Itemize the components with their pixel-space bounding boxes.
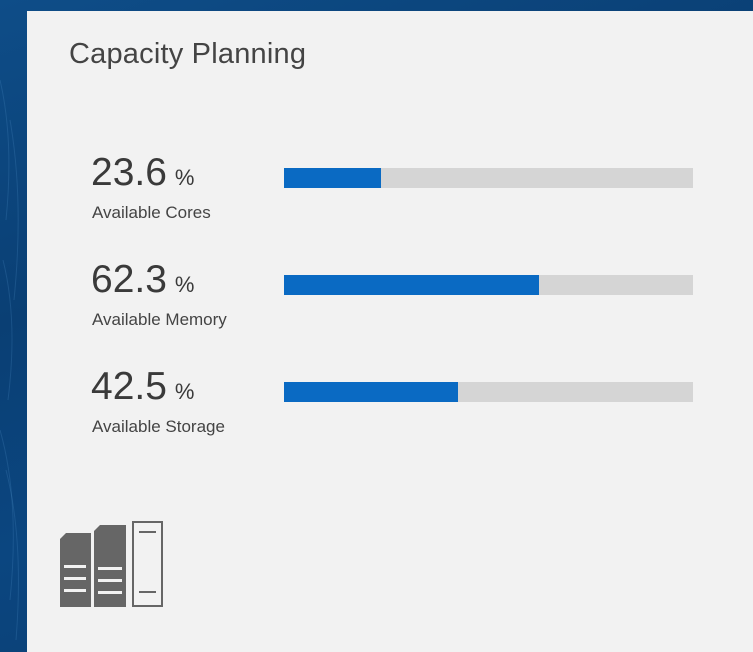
capacity-planning-tile[interactable]: Capacity Planning 23.6% Available Cores …	[27, 11, 753, 652]
metric-unit: %	[174, 379, 195, 404]
metric-label: Available Storage	[92, 417, 225, 436]
metric-value: 62.3%	[91, 258, 194, 302]
metric-available-cores: 23.6% Available Cores	[91, 151, 711, 247]
metric-number: 23.6	[91, 151, 167, 194]
progress-bar-track	[284, 168, 693, 188]
metric-available-storage: 42.5% Available Storage	[91, 365, 711, 461]
metric-value: 42.5%	[91, 365, 194, 409]
metric-number: 62.3	[91, 258, 167, 301]
progress-bar-track	[284, 275, 693, 295]
tile-title: Capacity Planning	[69, 38, 307, 70]
progress-bar-fill	[284, 275, 539, 295]
metric-unit: %	[174, 165, 195, 190]
metric-available-memory: 62.3% Available Memory	[91, 258, 711, 354]
metric-label: Available Memory	[92, 310, 227, 329]
progress-bar-track	[284, 382, 693, 402]
metric-value: 23.6%	[91, 151, 194, 195]
server-rack-icon	[60, 521, 163, 607]
metric-number: 42.5	[91, 365, 167, 408]
metric-unit: %	[174, 272, 195, 297]
progress-bar-fill	[284, 382, 458, 402]
progress-bar-fill	[284, 168, 381, 188]
metric-label: Available Cores	[92, 203, 211, 222]
